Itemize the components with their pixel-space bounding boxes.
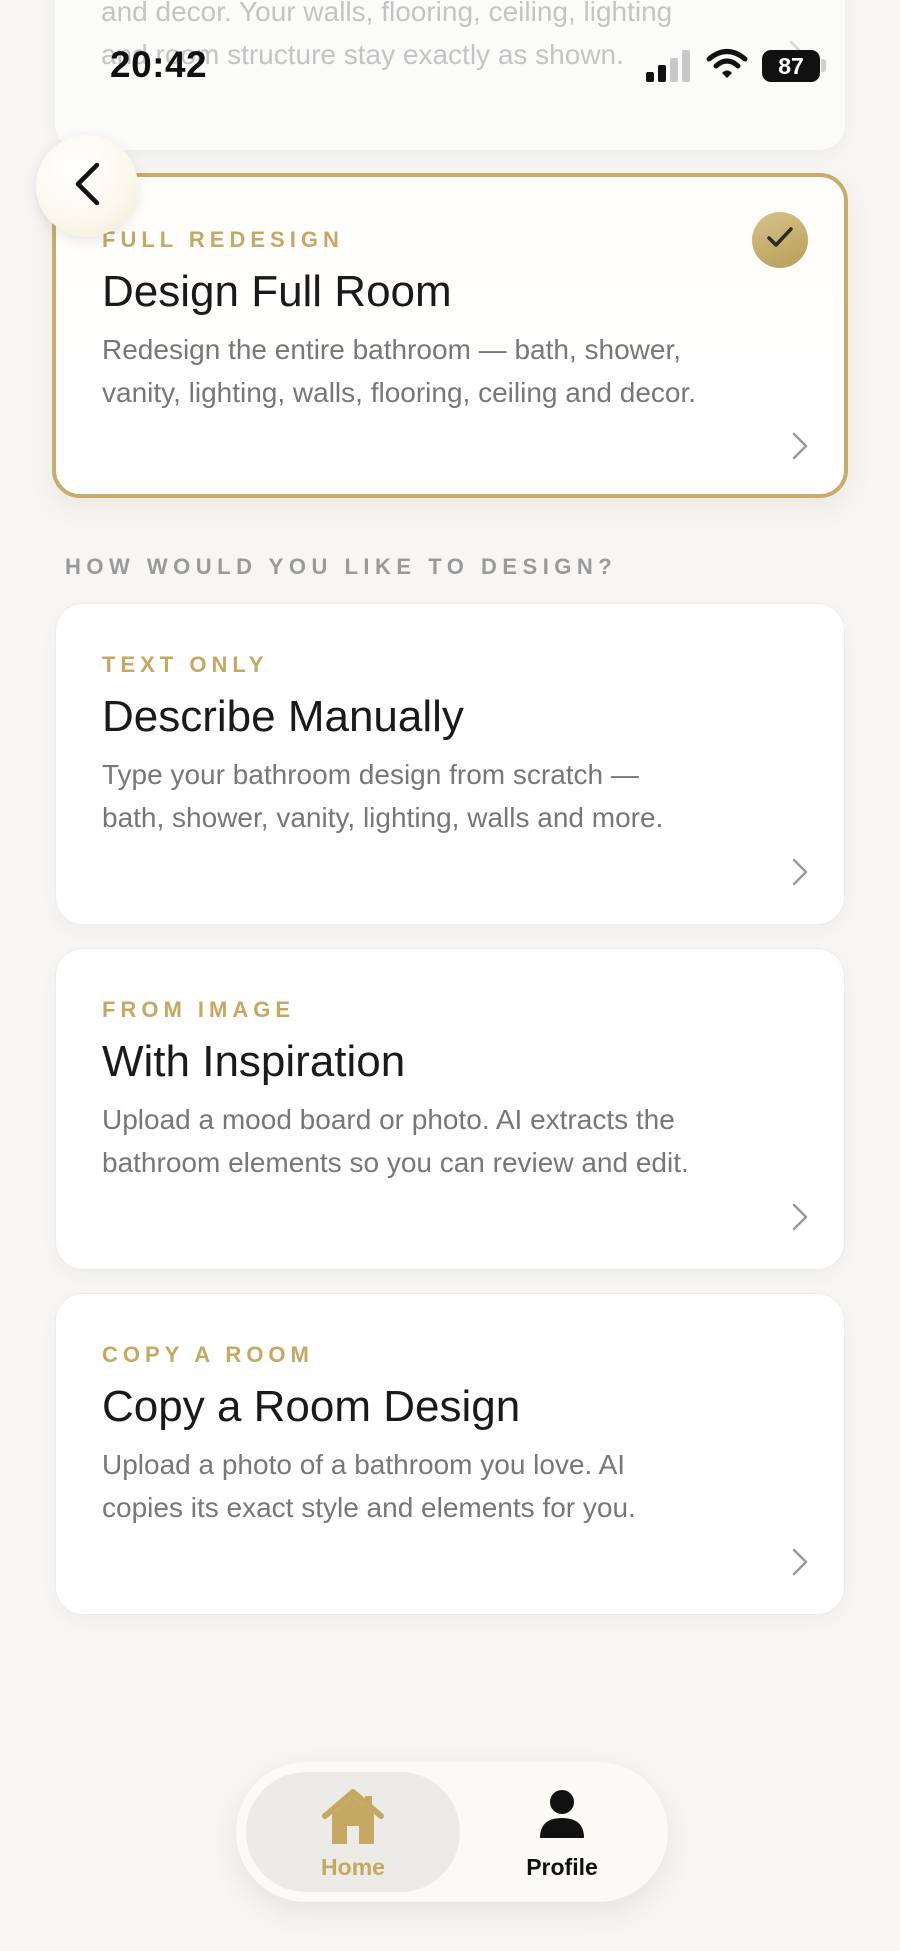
card-title: Copy a Room Design: [102, 1382, 521, 1431]
chevron-right-icon: [792, 432, 808, 465]
status-time: 20:42: [110, 44, 208, 85]
chevron-right-icon: [792, 1548, 808, 1581]
section-heading: HOW WOULD YOU LIKE TO DESIGN?: [65, 554, 618, 579]
card-eyebrow: COPY A ROOM: [102, 1342, 314, 1367]
chevron-right-icon: [792, 1203, 808, 1236]
chevron-right-icon: [792, 858, 808, 891]
option-card-from-image[interactable]: FROM IMAGE With Inspiration Upload a moo…: [55, 948, 845, 1270]
card-description: Upload a mood board or photo. AI extract…: [102, 1104, 689, 1178]
tab-profile[interactable]: Profile: [466, 1772, 658, 1892]
option-card-full-redesign[interactable]: FULL REDESIGN Design Full Room Redesign …: [52, 173, 848, 498]
back-button[interactable]: [36, 135, 138, 237]
card-eyebrow: FULL REDESIGN: [102, 227, 344, 252]
card-title: Describe Manually: [102, 692, 464, 741]
home-icon: [321, 1788, 385, 1851]
chevron-left-icon: [72, 162, 102, 211]
person-icon: [537, 1788, 587, 1845]
card-description: Redesign the entire bathroom — bath, sho…: [102, 334, 697, 408]
tab-home[interactable]: Home: [246, 1772, 460, 1892]
selected-check-badge: [752, 212, 808, 268]
card-eyebrow: TEXT ONLY: [102, 652, 269, 677]
status-bar: 20:42 87: [0, 0, 900, 130]
screen: and decor. Your walls, flooring, ceiling…: [0, 0, 900, 1951]
checkmark-icon: [767, 226, 793, 254]
battery-indicator: 87: [762, 50, 820, 82]
card-eyebrow: FROM IMAGE: [102, 997, 295, 1022]
card-title: With Inspiration: [102, 1037, 406, 1086]
card-description: Type your bathroom design from scratch —…: [102, 759, 664, 833]
bottom-tab-bar: Home Profile: [236, 1762, 668, 1902]
option-card-text-only[interactable]: TEXT ONLY Describe Manually Type your ba…: [55, 603, 845, 925]
cellular-signal-icon: [646, 50, 692, 87]
tab-label: Profile: [526, 1854, 598, 1880]
option-card-copy-room[interactable]: COPY A ROOM Copy a Room Design Upload a …: [55, 1293, 845, 1615]
tab-label: Home: [321, 1854, 385, 1880]
wifi-icon: [706, 48, 748, 85]
battery-cap: [821, 59, 826, 72]
card-title: Design Full Room: [102, 267, 452, 316]
card-description: Upload a photo of a bathroom you love. A…: [102, 1449, 636, 1523]
